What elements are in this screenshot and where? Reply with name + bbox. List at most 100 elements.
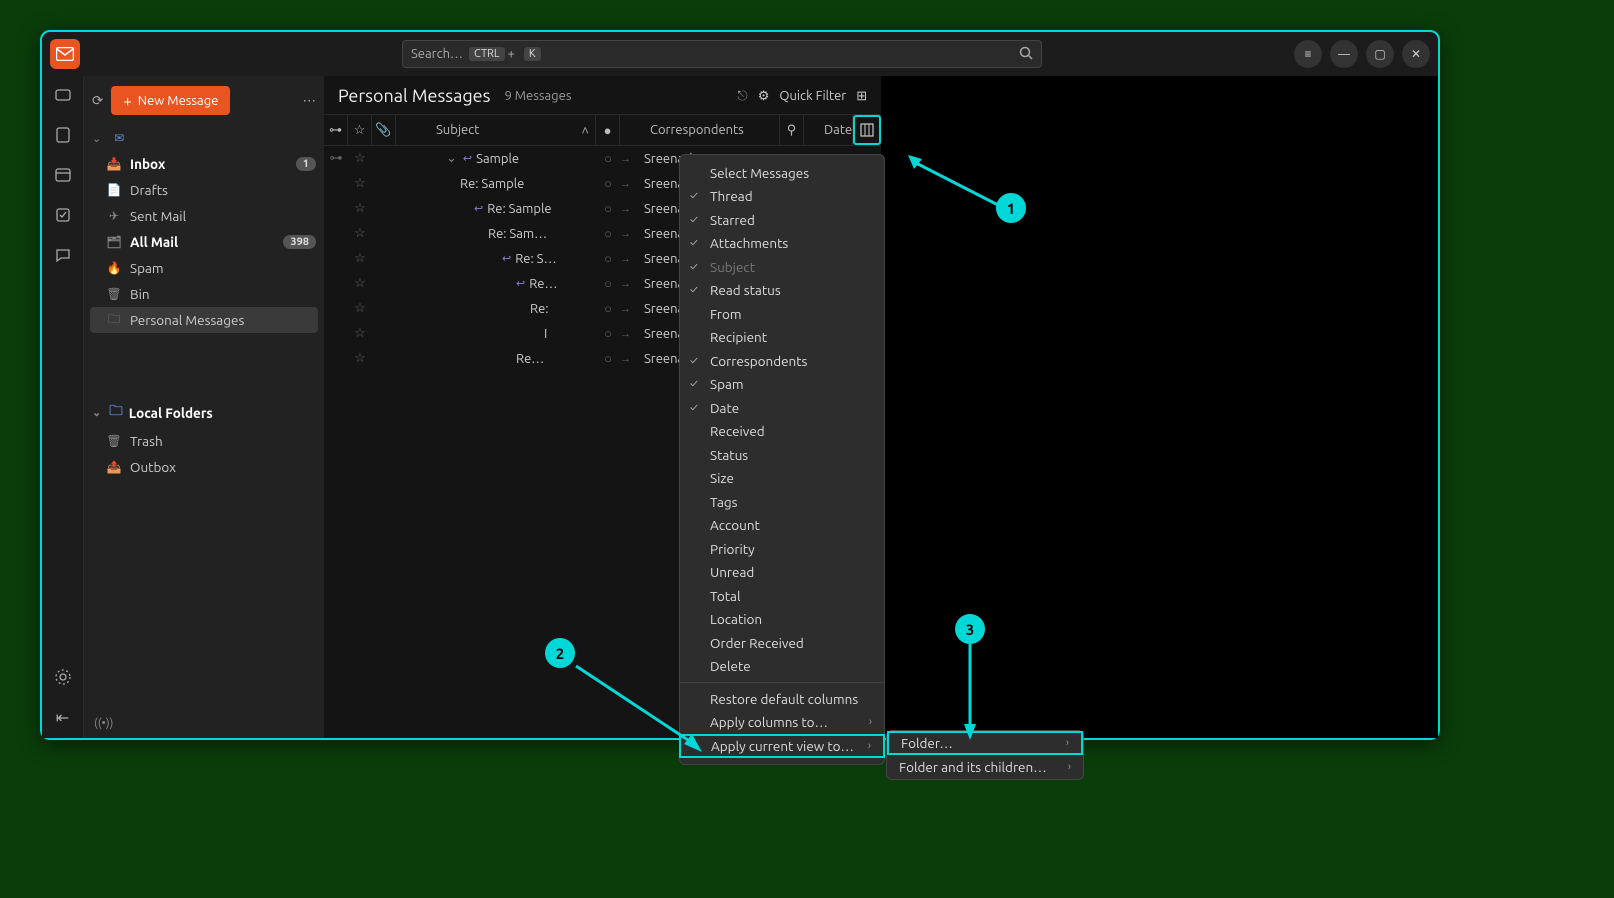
folder-label: Sent Mail bbox=[130, 208, 186, 224]
menu-col-received[interactable]: Received bbox=[680, 420, 884, 444]
menu-col-account[interactable]: Account bbox=[680, 514, 884, 538]
menu-apply-view-label: Apply current view to… bbox=[711, 738, 854, 754]
collapse-icon[interactable]: ⇤ bbox=[52, 706, 74, 728]
menu-col-priority[interactable]: Priority bbox=[680, 537, 884, 561]
menu-col-from[interactable]: From bbox=[680, 302, 884, 326]
folder-bin[interactable]: 🗑Bin bbox=[84, 281, 324, 307]
maximize-button[interactable]: ▢ bbox=[1366, 40, 1394, 68]
callout-3-label: 3 bbox=[966, 621, 974, 638]
filter-toggle-icon[interactable]: ⎋ bbox=[737, 89, 747, 104]
menu-col-status[interactable]: Status bbox=[680, 443, 884, 467]
star-toggle[interactable]: ☆ bbox=[348, 176, 372, 191]
callout-3-arrow bbox=[962, 644, 982, 744]
tasks-space-icon[interactable] bbox=[52, 204, 74, 226]
menu-item-label: Order Received bbox=[710, 635, 804, 651]
hamburger-menu-button[interactable]: ≡ bbox=[1294, 40, 1322, 68]
account-row[interactable]: ⌄ ✉ bbox=[84, 125, 324, 151]
direction-icon: → bbox=[620, 353, 636, 365]
submenu-folder-children[interactable]: Folder and its children…› bbox=[887, 755, 1083, 779]
star-toggle[interactable]: ☆ bbox=[348, 351, 372, 366]
menu-col-subject[interactable]: ✓Subject bbox=[680, 255, 884, 279]
star-toggle[interactable]: ☆ bbox=[348, 151, 372, 166]
submenu-folder[interactable]: Folder…› bbox=[887, 731, 1083, 755]
star-toggle[interactable]: ☆ bbox=[348, 226, 372, 241]
chevron-down-icon[interactable]: ⌄ bbox=[446, 151, 457, 166]
menu-col-read-status[interactable]: ✓Read status bbox=[680, 279, 884, 303]
folder-sent-mail[interactable]: ✈ Sent Mail bbox=[84, 203, 324, 229]
menu-col-attachments[interactable]: ✓Attachments bbox=[680, 232, 884, 256]
col-subject[interactable]: Subject ˄ bbox=[396, 115, 596, 145]
address-book-space-icon[interactable] bbox=[52, 124, 74, 146]
menu-col-order-received[interactable]: Order Received bbox=[680, 631, 884, 655]
menu-col-unread[interactable]: Unread bbox=[680, 561, 884, 585]
folder-label: Spam bbox=[130, 260, 164, 276]
menu-item-label: Tags bbox=[710, 494, 738, 510]
menu-item-label: Subject bbox=[710, 259, 755, 275]
folder-drafts[interactable]: 📄Drafts bbox=[84, 177, 324, 203]
folder-personal-label: Personal Messages bbox=[130, 312, 244, 328]
menu-col-total[interactable]: Total bbox=[680, 584, 884, 608]
column-picker-button[interactable] bbox=[853, 115, 881, 145]
folder-label: Inbox bbox=[130, 156, 165, 172]
chat-space-icon[interactable] bbox=[52, 244, 74, 266]
folder-trash[interactable]: 🗑Trash bbox=[84, 428, 324, 454]
col-attachments[interactable]: 📎 bbox=[372, 115, 396, 145]
menu-col-correspondents[interactable]: ✓Correspondents bbox=[680, 349, 884, 373]
settings-icon[interactable] bbox=[52, 666, 74, 688]
menu-item-label: Unread bbox=[710, 564, 754, 580]
get-messages-icon[interactable]: ⟳ bbox=[92, 92, 103, 109]
menu-col-spam[interactable]: ✓Spam bbox=[680, 373, 884, 397]
star-toggle[interactable]: ☆ bbox=[348, 276, 372, 291]
calendar-space-icon[interactable] bbox=[52, 164, 74, 186]
folder-all-mail[interactable]: 🗂All Mail398 bbox=[84, 229, 324, 255]
star-toggle[interactable]: ☆ bbox=[348, 326, 372, 341]
menu-item-label: Delete bbox=[710, 658, 751, 674]
read-cell: ○ bbox=[596, 226, 620, 241]
menu-col-thread[interactable]: ✓Thread bbox=[680, 185, 884, 209]
subject-cell: ⌄↩Sample bbox=[396, 151, 596, 166]
menu-item-label: Correspondents bbox=[710, 353, 807, 369]
menu-col-date[interactable]: ✓Date bbox=[680, 396, 884, 420]
col-date[interactable]: Date bbox=[804, 115, 853, 145]
reply-icon: ↩ bbox=[474, 202, 483, 215]
col-thread[interactable]: ⊶ bbox=[324, 115, 348, 145]
star-toggle[interactable]: ☆ bbox=[348, 301, 372, 316]
folder-outbox[interactable]: 📤Outbox bbox=[84, 454, 324, 480]
quick-filter-label[interactable]: Quick Filter bbox=[779, 89, 846, 103]
chevron-right-icon: › bbox=[868, 740, 871, 752]
local-folders-label: Local Folders bbox=[129, 405, 213, 421]
folder-icon: ✈ bbox=[106, 208, 122, 224]
folder-spam[interactable]: 🔥Spam bbox=[84, 255, 324, 281]
menu-col-tags[interactable]: Tags bbox=[680, 490, 884, 514]
menu-col-location[interactable]: Location bbox=[680, 608, 884, 632]
menu-col-size[interactable]: Size bbox=[680, 467, 884, 491]
folder-personal-messages[interactable]: 🗀 Personal Messages bbox=[90, 307, 318, 333]
menu-col-recipient[interactable]: Recipient bbox=[680, 326, 884, 350]
local-folders-row[interactable]: ⌄ 🗀 Local Folders bbox=[84, 393, 324, 428]
star-toggle[interactable]: ☆ bbox=[348, 201, 372, 216]
col-read[interactable]: ● bbox=[596, 115, 620, 145]
chevron-down-icon: ⌄ bbox=[92, 406, 101, 419]
subject-cell: I bbox=[396, 327, 596, 341]
display-options-icon[interactable]: ⊞ bbox=[856, 89, 867, 104]
close-button[interactable]: ✕ bbox=[1402, 40, 1430, 68]
callout-2-arrow bbox=[572, 662, 712, 762]
menu-col-starred[interactable]: ✓Starred bbox=[680, 208, 884, 232]
col-starred[interactable]: ☆ bbox=[348, 115, 372, 145]
quick-filter-settings-icon[interactable]: ⚙ bbox=[758, 89, 770, 104]
folder-label: Drafts bbox=[130, 182, 168, 198]
global-search-input[interactable]: Search… CTRL + K bbox=[402, 40, 1042, 68]
message-list-header: Personal Messages 9 Messages ⎋ ⚙ Quick F… bbox=[324, 76, 881, 114]
folder-pane-more-icon[interactable]: ⋯ bbox=[303, 92, 317, 109]
star-toggle[interactable]: ☆ bbox=[348, 251, 372, 266]
reply-icon: ↩ bbox=[463, 152, 472, 165]
menu-select-messages[interactable]: Select Messages bbox=[680, 161, 884, 185]
reply-icon: ↩ bbox=[502, 252, 511, 265]
mail-space-icon[interactable] bbox=[52, 84, 74, 106]
folder-label: Bin bbox=[130, 286, 150, 302]
col-spam[interactable]: ⚲ bbox=[780, 115, 804, 145]
col-correspondents[interactable]: Correspondents bbox=[620, 115, 780, 145]
new-message-button[interactable]: +New Message bbox=[111, 86, 230, 115]
minimize-button[interactable]: — bbox=[1330, 40, 1358, 68]
folder-inbox[interactable]: 📥Inbox1 bbox=[84, 151, 324, 177]
